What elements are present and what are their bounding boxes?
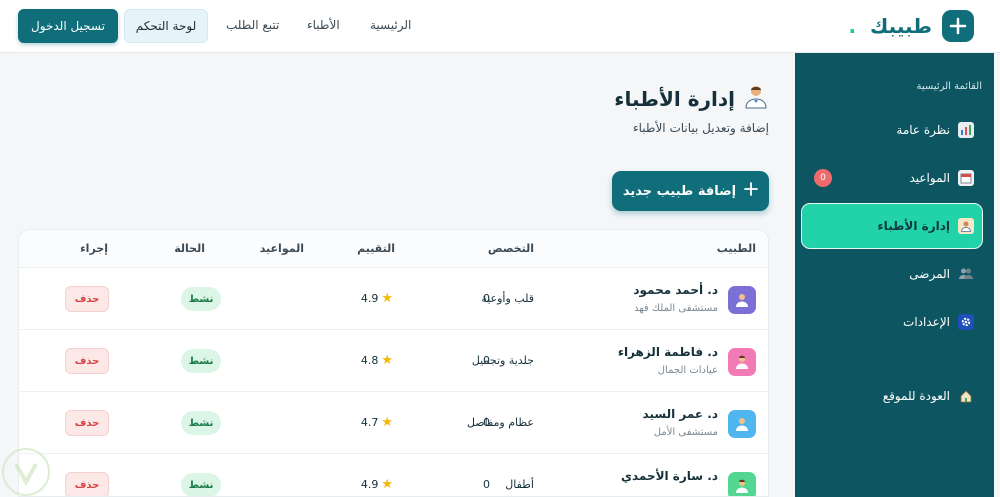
plus-logo-icon: [942, 10, 974, 42]
watermark-logo-icon: [2, 448, 50, 496]
login-button[interactable]: تسجيل الدخول: [18, 9, 118, 43]
brand-name: طبيبك: [870, 14, 932, 38]
bar-chart-icon: [958, 122, 974, 138]
doctor-appointments: 0: [483, 416, 490, 429]
doctor-emoji-icon: [743, 83, 769, 114]
top-nav: الرئيسية الأطباء تتبع الطلب لوحة التحكم …: [18, 9, 418, 43]
sidebar-item-label: نظرة عامة: [896, 123, 950, 137]
header-status: الحالة: [174, 242, 205, 255]
sidebar-item-appointments[interactable]: المواعيد 0: [802, 156, 982, 200]
brand-dot: .: [848, 14, 857, 38]
page-title-text: إدارة الأطباء: [614, 86, 735, 111]
delete-button[interactable]: حذف: [65, 410, 109, 436]
doctor-appointments: 0: [483, 354, 490, 367]
delete-button[interactable]: حذف: [65, 286, 109, 312]
sidebar-item-label: إدارة الأطباء: [877, 219, 950, 233]
star-icon: ★: [381, 353, 393, 368]
doctor-rating: ★ 4.9: [360, 291, 393, 306]
star-icon: ★: [381, 415, 393, 430]
sidebar-item-back-to-site[interactable]: العودة للموقع: [802, 374, 982, 418]
sidebar-item-label: العودة للموقع: [882, 389, 950, 403]
appointments-count-badge: 0: [814, 169, 832, 187]
star-icon: ★: [381, 477, 393, 492]
users-icon: [958, 266, 974, 282]
status-badge: نشط: [181, 411, 221, 435]
header-rating: التقييم: [357, 242, 395, 255]
status-badge: نشط: [181, 473, 221, 496]
doctor-avatar-icon: [728, 348, 756, 376]
table-header: الطبيب التخصص التقييم المواعيد الحالة إج…: [19, 230, 768, 268]
star-icon: ★: [381, 291, 393, 306]
doctor-specialty: جلدية وتجميل: [471, 354, 534, 367]
doctor-avatar-icon: [728, 410, 756, 438]
home-icon: [958, 388, 974, 404]
sidebar-item-label: المرضى: [909, 267, 950, 281]
sidebar-item-label: الإعدادات: [903, 315, 950, 329]
doctor-name: د. أحمد محمود: [633, 283, 718, 297]
header-specialty: التخصص: [487, 242, 534, 255]
sidebar-item-settings[interactable]: الإعدادات: [802, 300, 982, 344]
gear-icon: [958, 314, 974, 330]
sidebar-heading: القائمة الرئيسية: [916, 81, 982, 92]
doctor-name: د. عمر السيد: [642, 407, 718, 421]
calendar-icon: [958, 170, 974, 186]
table-row[interactable]: د. أحمد محمود مستشفى الملك فهد قلب وأوعي…: [19, 268, 768, 330]
doctor-hospital: مستشفى الملك فهد: [634, 303, 718, 314]
header-appointments: المواعيد: [259, 242, 304, 255]
delete-button[interactable]: حذف: [65, 348, 109, 374]
doctor-name: د. فاطمة الزهراء: [617, 345, 718, 359]
status-badge: نشط: [181, 287, 221, 311]
doctor-specialty: أطفال: [505, 478, 534, 491]
table-row[interactable]: د. سارة الأحمدي أطفال ★ 4.9 0 نشط حذف: [19, 454, 768, 496]
header-doctor: الطبيب: [716, 242, 756, 255]
nav-doctors[interactable]: الأطباء: [307, 18, 340, 32]
nav-home[interactable]: الرئيسية: [370, 18, 411, 32]
doctor-rating: ★ 4.8: [360, 353, 393, 368]
plus-icon: [744, 182, 759, 200]
doctor-specialty: عظام ومفاصل: [466, 416, 534, 429]
top-navbar: طبيبك . الرئيسية الأطباء تتبع الطلب لوحة…: [0, 0, 1000, 53]
doctor-appointments: 0: [483, 292, 490, 305]
doctor-avatar-icon: [728, 286, 756, 314]
doctors-table: الطبيب التخصص التقييم المواعيد الحالة إج…: [18, 229, 769, 497]
sidebar-item-patients[interactable]: المرضى: [802, 252, 982, 296]
page-title: إدارة الأطباء: [614, 83, 769, 114]
table-row[interactable]: د. فاطمة الزهراء عيادات الجمال جلدية وتج…: [19, 330, 768, 392]
sidebar-item-overview[interactable]: نظرة عامة: [802, 108, 982, 152]
delete-button[interactable]: حذف: [65, 472, 109, 496]
doctor-name: د. سارة الأحمدي: [620, 469, 718, 483]
sidebar-item-label: المواعيد: [909, 171, 950, 185]
brand[interactable]: طبيبك .: [848, 9, 974, 43]
dashboard-button[interactable]: لوحة التحكم: [124, 9, 208, 43]
status-badge: نشط: [181, 349, 221, 373]
doctor-hospital: مستشفى الأمل: [653, 427, 718, 438]
add-doctor-label: إضافة طبيب جديد: [622, 183, 737, 199]
main-content: إدارة الأطباء إضافة وتعديل بيانات الأطبا…: [0, 53, 795, 497]
page-subtitle: إضافة وتعديل بيانات الأطباء: [632, 121, 769, 135]
header-action: إجراء: [80, 242, 108, 255]
doctor-icon: [958, 218, 974, 234]
doctor-rating: ★ 4.9: [360, 477, 393, 492]
doctor-rating: ★ 4.7: [360, 415, 393, 430]
doctor-appointments: 0: [483, 478, 490, 491]
nav-track-order[interactable]: تتبع الطلب: [226, 18, 279, 32]
doctor-avatar-icon: [728, 472, 756, 496]
add-doctor-button[interactable]: إضافة طبيب جديد: [612, 171, 769, 211]
sidebar-item-doctors[interactable]: إدارة الأطباء: [802, 204, 982, 248]
table-row[interactable]: د. عمر السيد مستشفى الأمل عظام ومفاصل ★ …: [19, 392, 768, 454]
doctor-hospital: عيادات الجمال: [657, 365, 718, 376]
sidebar: القائمة الرئيسية نظرة عامة المواعيد 0 إد…: [795, 53, 994, 497]
